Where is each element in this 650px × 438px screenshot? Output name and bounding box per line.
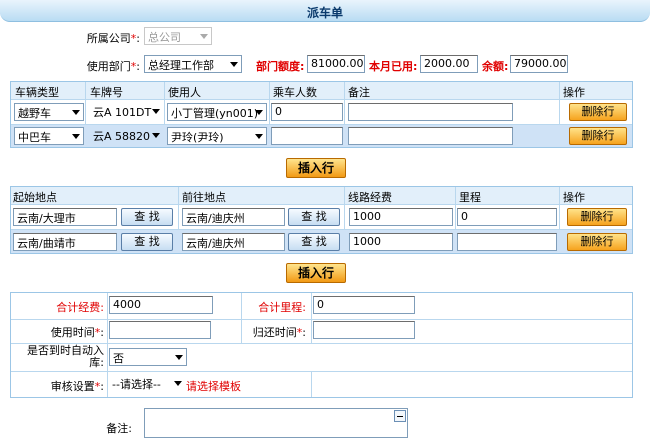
user-select[interactable]: 尹玲(尹玲) [167,127,267,145]
chevron-down-icon [152,109,160,114]
vehicle-type-select[interactable]: 中巴车 [14,127,84,145]
passengers-field[interactable]: 0 [271,103,343,121]
used-field[interactable]: 2000.00 [420,55,478,73]
col-action: 操作 [563,191,585,204]
col-vehicle-type: 车辆类型 [15,86,59,99]
col-plate: 车牌号 [90,86,123,99]
dept-select[interactable]: 总经理工作部 [144,55,242,73]
page-title: 派车单 [306,6,343,20]
chevron-down-icon [255,134,263,139]
company-select[interactable]: 总公司 [144,27,212,45]
dept-label: 使用部门*: [86,60,140,73]
return-time-field[interactable] [313,321,415,339]
vehicle-table-header: 车辆类型 车牌号 使用人 乘车人数 备注 操作 [11,82,632,99]
user-select[interactable]: 小丁管理(yn001) [167,103,267,121]
find-start-button[interactable]: 查 找 [121,208,173,226]
col-fee: 线路经费 [348,191,392,204]
total-mileage-field[interactable]: 0 [313,296,415,314]
find-dest-button[interactable]: 查 找 [288,208,340,226]
quota-field[interactable]: 81000.00 [307,55,365,73]
used-label: 本月已用: [369,60,418,73]
quota-label: 部门额度: [256,60,305,73]
chevron-down-icon [175,355,183,360]
auto-store-label: 是否到时自动入 库: [27,344,104,369]
find-start-button[interactable]: 查 找 [121,233,173,251]
return-time-label: 归还时间*: [252,326,306,339]
delete-row-button[interactable]: 删除行 [569,103,627,121]
total-fee-field[interactable]: 4000 [109,296,213,314]
remark-label: 备注: [106,422,132,435]
remark-field[interactable] [348,127,513,145]
title-bar: 派车单 [0,0,650,22]
find-dest-button[interactable]: 查 找 [288,233,340,251]
passengers-field[interactable] [271,127,343,145]
chevron-down-icon [200,34,208,39]
dest-location-field[interactable]: 云南/迪庆州 [182,233,285,251]
company-label: 所属公司*: [86,32,140,45]
use-time-field[interactable] [109,321,211,339]
vehicle-table: 车辆类型 车牌号 使用人 乘车人数 备注 操作 越野车 云A 101DT 小丁管… [10,81,633,148]
start-location-field[interactable]: 云南/曲靖市 [13,233,117,251]
chevron-down-icon [72,110,80,115]
fee-field[interactable]: 1000 [349,233,453,251]
chevron-down-icon [230,62,238,67]
audit-hint: 请选择模板 [186,380,241,393]
mileage-field[interactable] [457,233,557,251]
collapse-icon[interactable] [394,410,406,422]
delete-row-button[interactable]: 删除行 [567,233,627,251]
chevron-down-icon [152,133,160,138]
chevron-down-icon [255,110,263,115]
remark-textarea[interactable] [144,408,408,438]
delete-row-button[interactable]: 删除行 [567,208,627,226]
chevron-down-icon [174,381,182,386]
audit-select[interactable]: --请选择-- [109,375,185,393]
plate-select[interactable]: 云A 101DT [90,103,163,121]
use-time-label: 使用时间*: [50,326,104,339]
col-remark: 备注 [348,86,370,99]
balance-label: 余额: [482,60,509,73]
auto-store-select[interactable]: 否 [109,348,187,366]
mileage-field[interactable]: 0 [457,208,557,226]
fee-field[interactable]: 1000 [349,208,453,226]
delete-row-button[interactable]: 删除行 [569,127,627,145]
remark-field[interactable] [348,103,513,121]
dest-location-field[interactable]: 云南/迪庆州 [182,208,285,226]
col-action: 操作 [563,86,585,99]
route-table: 起始地点 前往地点 线路经费 里程 操作 云南/大理市 查 找 云南/迪庆州 查… [10,186,633,254]
route-table-header: 起始地点 前往地点 线路经费 里程 操作 [11,187,632,204]
total-mileage-label: 合计里程: [258,301,306,314]
audit-label: 审核设置*: [50,380,104,393]
plate-select[interactable]: 云A 58820 [90,127,163,145]
insert-route-row-button[interactable]: 插入行 [286,263,346,283]
total-fee-label: 合计经费: [56,301,104,314]
chevron-down-icon [72,134,80,139]
col-user: 使用人 [168,86,201,99]
vehicle-type-select[interactable]: 越野车 [14,103,84,121]
col-start: 起始地点 [13,191,57,204]
col-mileage: 里程 [459,191,481,204]
col-dest: 前往地点 [182,191,226,204]
insert-vehicle-row-button[interactable]: 插入行 [286,158,346,178]
start-location-field[interactable]: 云南/大理市 [13,208,117,226]
col-passengers: 乘车人数 [273,86,317,99]
balance-field[interactable]: 79000.00 [510,55,568,73]
